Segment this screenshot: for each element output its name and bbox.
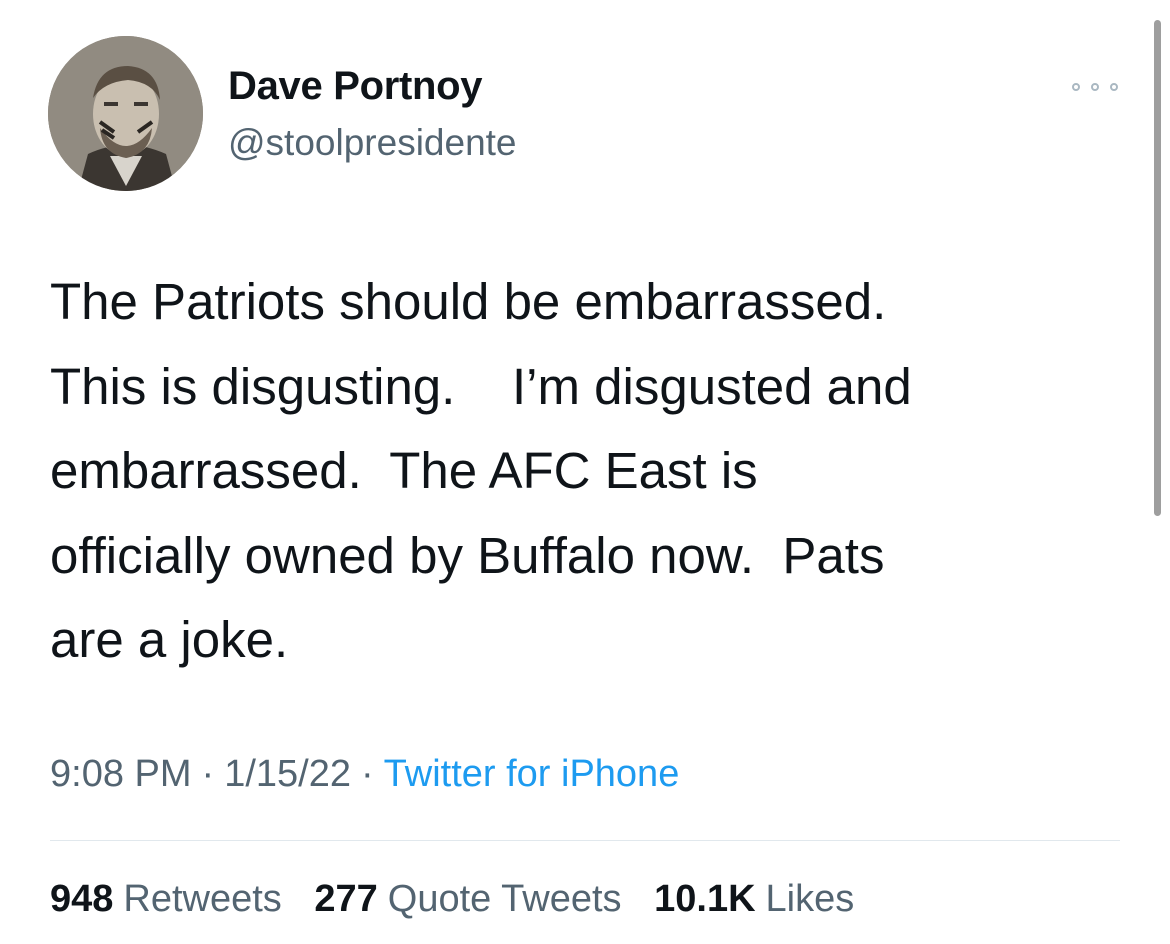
ellipsis-icon <box>1072 83 1080 91</box>
tweet-metadata: 9:08 PM · 1/15/22 · Twitter for iPhone <box>50 753 679 796</box>
tweet-detail: Dave Portnoy @stoolpresidente The Patrio… <box>0 0 1170 944</box>
tweet-text: The Patriots should be embarrassed. This… <box>50 273 912 668</box>
likes-count: 10.1K <box>654 878 756 920</box>
meta-separator: · <box>360 753 374 795</box>
ellipsis-icon <box>1110 83 1118 91</box>
tweet-date[interactable]: 1/15/22 <box>224 753 351 795</box>
engagement-stats: 948 Retweets 277 Quote Tweets 10.1K Likes <box>50 878 876 921</box>
retweets-stat[interactable]: 948 Retweets <box>50 878 282 920</box>
quote-tweets-label: Quote Tweets <box>387 878 622 920</box>
retweets-count: 948 <box>50 878 114 920</box>
likes-label: Likes <box>765 878 855 920</box>
quote-tweets-count: 277 <box>314 878 378 920</box>
more-options-button[interactable] <box>1072 74 1118 100</box>
profile-photo-icon <box>48 36 203 191</box>
avatar[interactable] <box>48 36 203 191</box>
scrollbar[interactable] <box>1154 20 1161 516</box>
tweet-time[interactable]: 9:08 PM <box>50 753 192 795</box>
meta-separator: · <box>201 753 215 795</box>
author-handle[interactable]: @stoolpresidente <box>228 122 517 164</box>
divider <box>50 840 1120 841</box>
ellipsis-icon <box>1091 83 1099 91</box>
author-display-name[interactable]: Dave Portnoy <box>228 64 483 109</box>
likes-stat[interactable]: 10.1K Likes <box>654 878 854 920</box>
tweet-source-link[interactable]: Twitter for iPhone <box>384 753 680 795</box>
quote-tweets-stat[interactable]: 277 Quote Tweets <box>314 878 621 920</box>
retweets-label: Retweets <box>123 878 282 920</box>
